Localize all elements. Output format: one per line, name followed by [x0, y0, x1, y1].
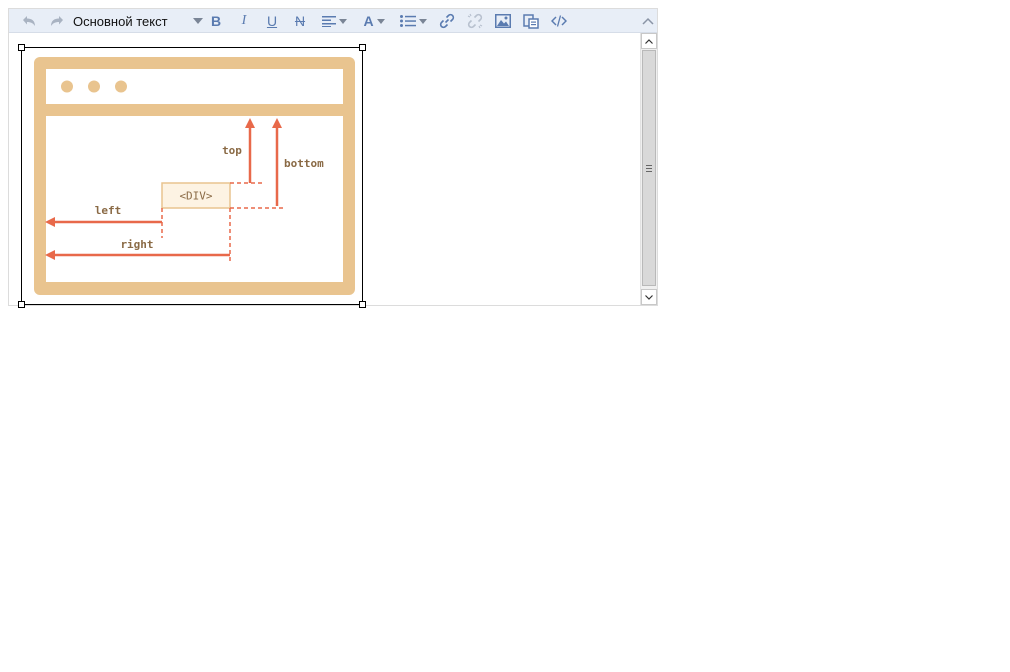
align-dropdown[interactable] [319, 11, 349, 31]
underline-button[interactable]: U [263, 11, 281, 31]
insert-image-button[interactable] [493, 11, 513, 31]
redo-icon [51, 16, 63, 26]
link-icon [439, 13, 455, 29]
source-code-button[interactable] [549, 11, 569, 31]
paragraph-style-select[interactable]: Основной текст [73, 11, 203, 31]
bold-label: B [210, 13, 222, 29]
undo-button[interactable] [19, 11, 39, 31]
editor-toolbar: Основной текст B I U N A [9, 9, 657, 33]
resize-handle-bottom-right[interactable] [359, 301, 366, 308]
list-dropdown[interactable] [397, 11, 429, 31]
chevron-down-icon [418, 18, 427, 24]
paragraph-style-value: Основной текст [73, 13, 168, 29]
div-element-label: <DIV> [179, 190, 212, 203]
insert-link-button[interactable] [437, 11, 457, 31]
scroll-down-button[interactable] [641, 289, 657, 305]
top-label: top [222, 144, 242, 157]
strikethrough-label: N [294, 13, 306, 29]
selected-image[interactable]: <DIV> top bottom left right [18, 44, 366, 308]
text-color-label: A [363, 13, 374, 29]
list-icon [399, 15, 416, 27]
strikethrough-button[interactable]: N [291, 11, 309, 31]
window-dot [61, 80, 73, 93]
rich-text-editor: Основной текст B I U N A <DIV> top botto… [8, 8, 658, 308]
chevron-down-icon [193, 18, 203, 24]
scrollbar-thumb[interactable] [642, 50, 656, 286]
collapse-toolbar-icon [642, 17, 654, 25]
window-dot [88, 80, 100, 93]
text-color-dropdown[interactable]: A [361, 11, 387, 31]
source-code-icon [551, 15, 567, 27]
chevron-down-icon [338, 18, 347, 24]
align-icon [321, 16, 336, 27]
scroll-up-button[interactable] [641, 33, 657, 49]
chevron-down-icon [376, 18, 385, 24]
italic-label: I [241, 13, 247, 28]
unlink-button[interactable] [465, 11, 485, 31]
resize-handle-top-right[interactable] [359, 44, 366, 51]
italic-button[interactable]: I [235, 11, 253, 31]
bottom-label: bottom [284, 157, 324, 170]
chevron-up-icon [645, 38, 653, 44]
grip-icon [646, 164, 652, 172]
chevron-down-icon [645, 294, 653, 300]
resize-handle-bottom-left[interactable] [18, 301, 25, 308]
editor-content-area[interactable]: <DIV> top bottom left right [9, 33, 640, 308]
undo-icon [23, 16, 35, 26]
unlink-icon [467, 13, 483, 29]
paste-icon [523, 14, 539, 29]
bold-button[interactable]: B [207, 11, 225, 31]
resize-handle-top-left[interactable] [18, 44, 25, 51]
paste-button[interactable] [521, 11, 541, 31]
window-dot [115, 80, 127, 93]
left-label: left [95, 204, 122, 217]
coordinates-diagram: <DIV> top bottom left right [34, 57, 355, 295]
image-icon [495, 14, 511, 28]
underline-label: U [266, 13, 278, 29]
vertical-scrollbar[interactable] [640, 33, 657, 305]
redo-button[interactable] [47, 11, 67, 31]
right-label: right [120, 238, 153, 251]
collapse-toolbar-button[interactable] [641, 11, 655, 31]
